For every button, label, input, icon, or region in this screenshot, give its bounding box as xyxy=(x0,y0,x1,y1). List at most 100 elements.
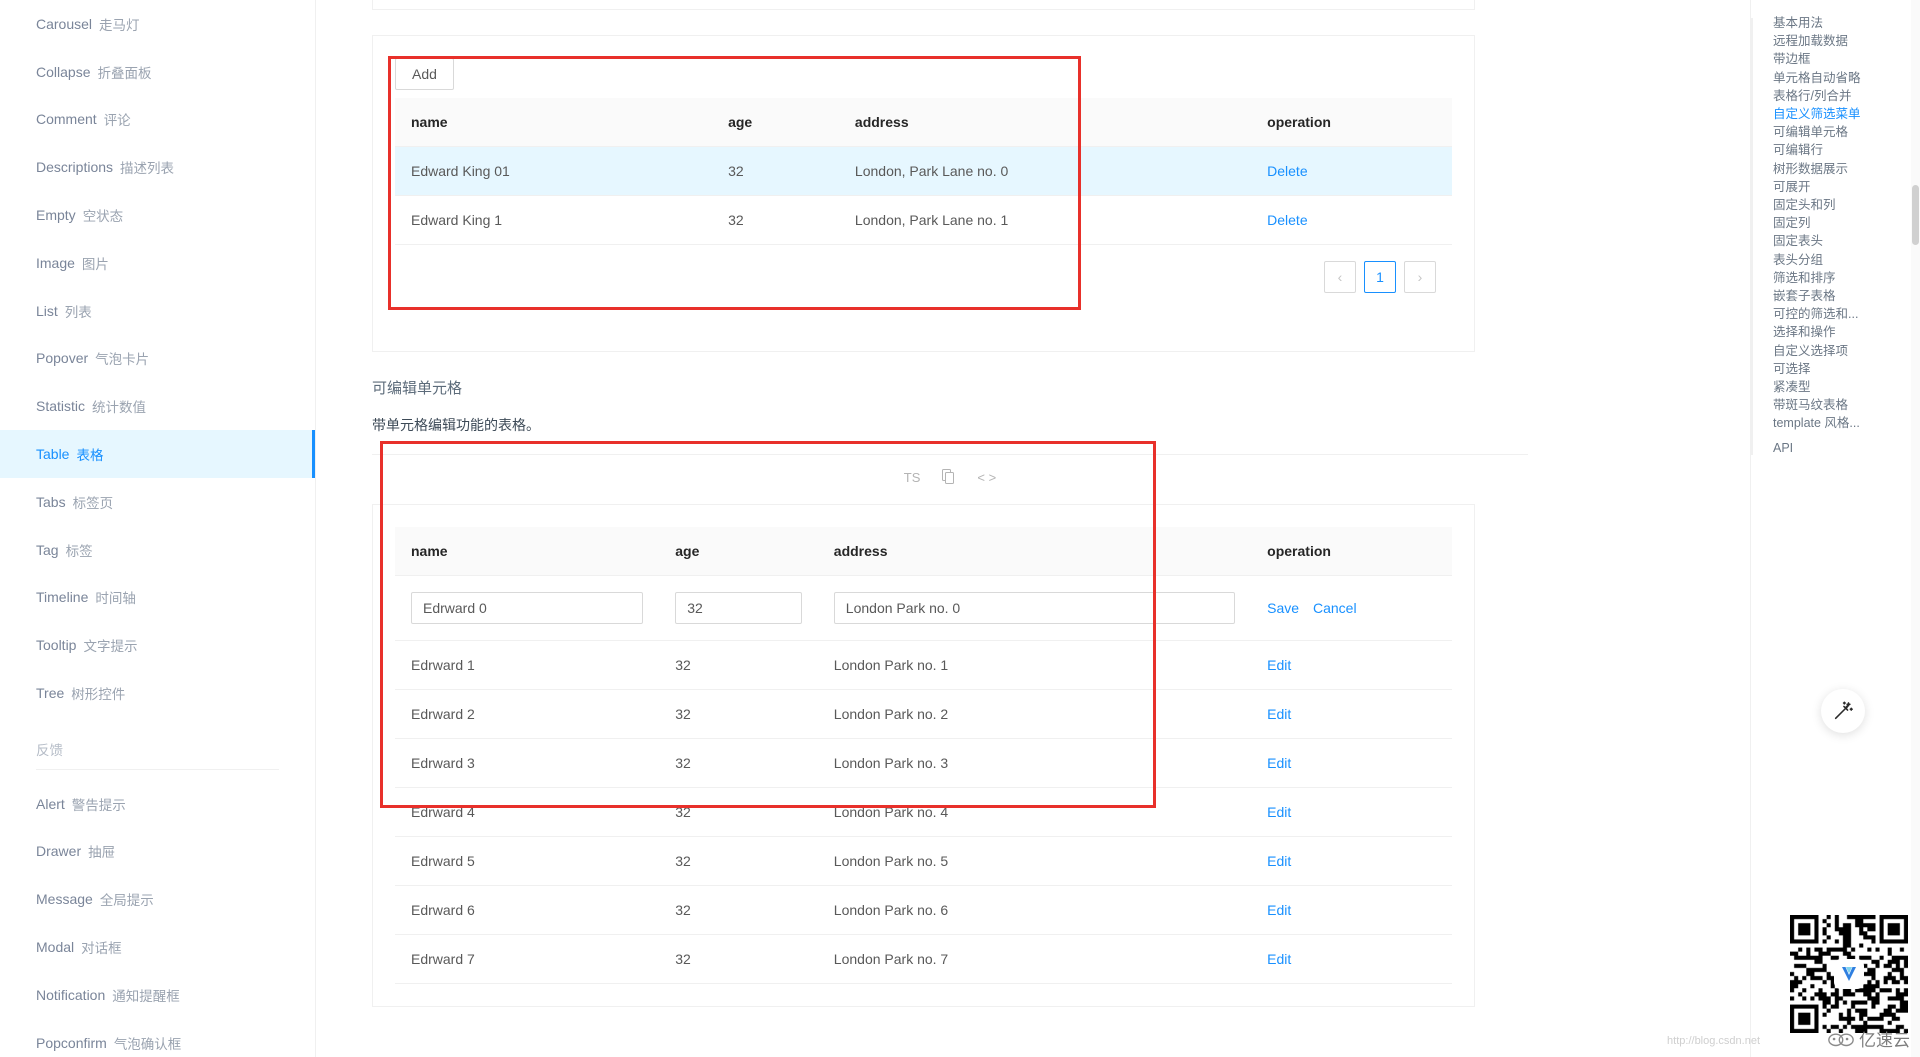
table-row[interactable]: Edward King 01 32 London, Park Lane no. 0 D… xyxy=(395,146,1452,196)
sidebar-item-tree[interactable]: Tree 树形控件 xyxy=(0,669,315,717)
toc-item[interactable]: 紧凑型 xyxy=(1773,378,1920,396)
toc-item[interactable]: 基本用法 xyxy=(1773,14,1920,32)
section-description: 带单元格编辑功能的表格。 xyxy=(372,417,540,433)
table-row[interactable]: Edrward 6 32 London Park no. 6 Edit xyxy=(395,885,1452,935)
table-row[interactable]: Edrward 2 32 London Park no. 2 Edit xyxy=(395,689,1452,739)
toc-item[interactable]: 单元格自动省略 xyxy=(1773,69,1920,87)
column-header-age[interactable]: age xyxy=(712,98,839,147)
cell-operation: Edit xyxy=(1251,885,1452,935)
toc-item[interactable]: 固定列 xyxy=(1773,214,1920,232)
delete-link[interactable]: Delete xyxy=(1267,212,1307,228)
sidebar-item-alert[interactable]: Alert 警告提示 xyxy=(0,780,315,828)
sidebar-group-title: 反馈 xyxy=(36,742,63,758)
delete-link[interactable]: Delete xyxy=(1267,163,1307,179)
sidebar-item-statistic[interactable]: Statistic 统计数值 xyxy=(0,382,315,430)
name-input[interactable] xyxy=(411,592,644,624)
toc-item[interactable]: 可展开 xyxy=(1773,178,1920,196)
column-header-age[interactable]: age xyxy=(659,527,818,576)
column-header-address[interactable]: address xyxy=(817,527,1252,576)
add-button[interactable]: Add xyxy=(395,58,454,90)
scrollbar-thumb[interactable] xyxy=(1912,185,1919,245)
magic-wand-button[interactable] xyxy=(1821,689,1865,733)
cell-age: 32 xyxy=(659,885,818,935)
toc-item[interactable]: 可编辑单元格 xyxy=(1773,123,1920,141)
toc-item[interactable]: 表格行/列合并 xyxy=(1773,87,1920,105)
table-editable-cell: name age address operation Edrward 0 32 … xyxy=(395,527,1452,984)
copy-icon[interactable] xyxy=(942,469,955,486)
toc-item[interactable]: 带斑马纹表格 xyxy=(1773,396,1920,414)
toc-item[interactable]: 固定表头 xyxy=(1773,232,1920,250)
column-header-address[interactable]: address xyxy=(838,98,1252,147)
qr-code xyxy=(1788,913,1910,1035)
toc-item[interactable]: 可控的筛选和... xyxy=(1773,305,1920,323)
cancel-link[interactable]: Cancel xyxy=(1313,600,1357,616)
toc-item[interactable]: 带边框 xyxy=(1773,50,1920,68)
table-row[interactable]: Edrward 7 32 London Park no. 7 Edit xyxy=(395,934,1452,984)
table-row[interactable]: Edrward 1 32 London Park no. 1 Edit xyxy=(395,640,1452,690)
sidebar-item-label-en: Tooltip xyxy=(36,637,77,654)
toc-item[interactable]: 自定义筛选菜单 xyxy=(1773,105,1920,123)
edit-link[interactable]: Edit xyxy=(1267,951,1291,967)
sidebar-item-image[interactable]: Image 图片 xyxy=(0,239,315,287)
sidebar-item-message[interactable]: Message 全局提示 xyxy=(0,875,315,923)
toc-item[interactable]: template 风格... xyxy=(1773,414,1920,432)
sidebar-item-popover[interactable]: Popover 气泡卡片 xyxy=(0,335,315,383)
scrollbar-track[interactable] xyxy=(1911,0,1920,1057)
toc-item[interactable]: 树形数据展示 xyxy=(1773,160,1920,178)
sidebar-item-popconfirm[interactable]: Popconfirm 气泡确认框 xyxy=(0,1019,315,1057)
toc-item[interactable]: 固定头和列 xyxy=(1773,196,1920,214)
code-icon[interactable]: < > xyxy=(977,471,996,484)
sidebar-item-empty[interactable]: Empty 空状态 xyxy=(0,191,315,239)
pagination-prev[interactable]: ‹ xyxy=(1324,261,1356,293)
pagination-page-1[interactable]: 1 xyxy=(1364,261,1396,293)
edit-link[interactable]: Edit xyxy=(1267,902,1291,918)
toc-item[interactable]: 远程加载数据 xyxy=(1773,32,1920,50)
cell-age: 32 xyxy=(659,689,818,739)
edit-link[interactable]: Edit xyxy=(1267,804,1291,820)
edit-link[interactable]: Edit xyxy=(1267,706,1291,722)
table-header-row: name age address operation xyxy=(395,527,1452,576)
sidebar-item-table[interactable]: Table 表格 xyxy=(0,430,315,478)
save-link[interactable]: Save xyxy=(1267,600,1299,616)
table-row[interactable]: Edrward 4 32 London Park no. 4 Edit xyxy=(395,787,1452,837)
age-input[interactable] xyxy=(675,592,802,624)
toc-item[interactable]: 可编辑行 xyxy=(1773,141,1920,159)
sidebar-item-tag[interactable]: Tag 标签 xyxy=(0,526,315,574)
sidebar-item-modal[interactable]: Modal 对话框 xyxy=(0,923,315,971)
column-header-name[interactable]: name xyxy=(395,98,713,147)
cell-address: London Park no. 6 xyxy=(817,885,1252,935)
watermark-url: http://blog.csdn.net xyxy=(1667,1035,1760,1047)
sidebar-item-descriptions[interactable]: Descriptions 描述列表 xyxy=(0,143,315,191)
toc-item[interactable]: 嵌套子表格 xyxy=(1773,287,1920,305)
toc-item[interactable]: 自定义选择项 xyxy=(1773,342,1920,360)
sidebar-item-timeline[interactable]: Timeline 时间轴 xyxy=(0,574,315,622)
toc-item[interactable]: 表头分组 xyxy=(1773,251,1920,269)
sidebar-item-comment[interactable]: Comment 评论 xyxy=(0,96,315,144)
column-header-operation[interactable]: operation xyxy=(1251,98,1452,147)
sidebar-item-carousel[interactable]: Carousel 走马灯 xyxy=(0,0,315,48)
sidebar-item-tabs[interactable]: Tabs 标签页 xyxy=(0,478,315,526)
pagination-next[interactable]: › xyxy=(1404,261,1436,293)
typescript-icon[interactable]: TS xyxy=(904,471,921,484)
sidebar-item-notification[interactable]: Notification 通知提醒框 xyxy=(0,971,315,1019)
toc-item[interactable]: 可选择 xyxy=(1773,360,1920,378)
table-row[interactable]: Edrward 3 32 London Park no. 3 Edit xyxy=(395,738,1452,788)
table-row[interactable]: Edrward 5 32 London Park no. 5 Edit xyxy=(395,836,1452,886)
table-row[interactable]: Edward King 1 32 London, Park Lane no. 1 De… xyxy=(395,195,1452,245)
sidebar-item-list[interactable]: List 列表 xyxy=(0,287,315,335)
edit-link[interactable]: Edit xyxy=(1267,853,1291,869)
toc-item[interactable]: 筛选和排序 xyxy=(1773,269,1920,287)
edit-link[interactable]: Edit xyxy=(1267,755,1291,771)
column-header-name[interactable]: name xyxy=(395,527,660,576)
column-header-operation[interactable]: operation xyxy=(1251,527,1452,576)
sidebar-item-tooltip[interactable]: Tooltip 文字提示 xyxy=(0,621,315,669)
sidebar-item-collapse[interactable]: Collapse 折叠面板 xyxy=(0,48,315,96)
edit-link[interactable]: Edit xyxy=(1267,657,1291,673)
address-input[interactable] xyxy=(833,592,1236,624)
cell-address: London Park no. 1 xyxy=(817,640,1252,690)
toc-item-api[interactable]: API xyxy=(1773,441,1920,455)
sidebar-item-drawer[interactable]: Drawer 抽屉 xyxy=(0,828,315,876)
table-body: Save Cancel xyxy=(395,575,1452,641)
cell-operation: Edit xyxy=(1251,787,1452,837)
toc-item[interactable]: 选择和操作 xyxy=(1773,323,1920,341)
